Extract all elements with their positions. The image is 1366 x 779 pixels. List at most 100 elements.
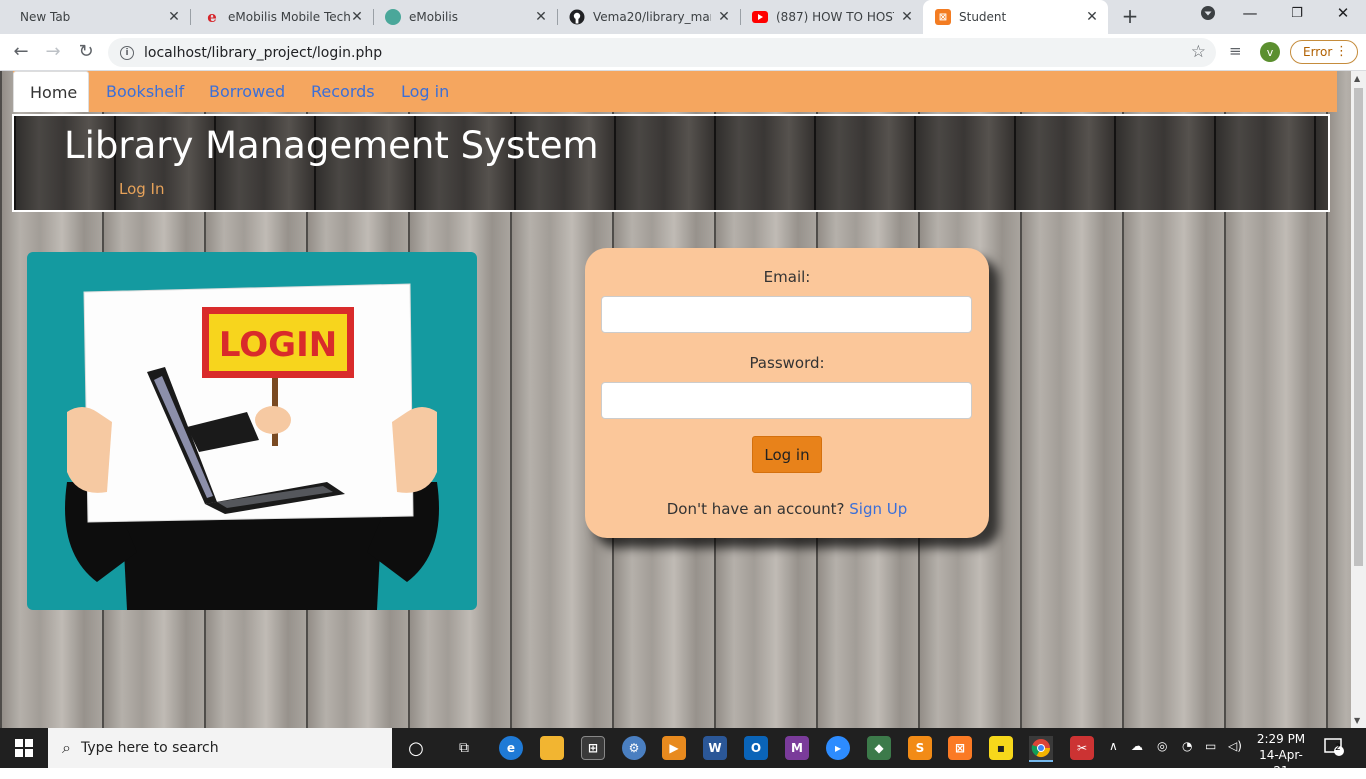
- url-text: localhost/library_project/login.php: [144, 44, 383, 61]
- password-field[interactable]: [601, 382, 972, 419]
- nav-records[interactable]: Records: [311, 71, 375, 112]
- address-bar[interactable]: i localhost/library_project/login.php ☆: [108, 38, 1216, 67]
- signup-link[interactable]: Sign Up: [849, 500, 907, 518]
- forward-icon[interactable]: →: [41, 41, 65, 62]
- control-panel-icon[interactable]: ⚙: [622, 736, 646, 760]
- chrome-taskbar-icon[interactable]: [1029, 736, 1053, 762]
- tab-emobilis-mobile[interactable]: e eMobilis Mobile Techn ✕: [190, 0, 373, 34]
- windows-taskbar: ⌕ Type here to search ○ ⧉ e ⊞ ⚙ ▶ W O M …: [0, 728, 1366, 778]
- page-subtitle: Log In: [119, 180, 165, 198]
- email-label: Email:: [763, 268, 811, 286]
- tab-emobilis[interactable]: eMobilis ✕: [373, 0, 557, 34]
- close-icon[interactable]: ✕: [716, 9, 732, 25]
- windows-start-icon[interactable]: [0, 728, 48, 768]
- tab-title: Vema20/library_manag: [593, 10, 711, 24]
- browser-toolbar: ← → ↻ i localhost/library_project/login.…: [0, 34, 1366, 71]
- github-icon: [569, 9, 585, 25]
- search-icon: ⌕: [62, 738, 71, 757]
- tab-title: New Tab: [20, 10, 71, 24]
- minimize-icon[interactable]: —: [1238, 4, 1262, 22]
- page-header: Library Management System Log In: [12, 114, 1330, 212]
- email-field[interactable]: [601, 296, 972, 333]
- sublime-icon[interactable]: S: [908, 736, 932, 760]
- tab-title: (887) HOW TO HOST A: [776, 10, 894, 24]
- task-view-icon[interactable]: ⧉: [452, 736, 476, 760]
- password-label: Password:: [749, 354, 825, 372]
- login-submit-button[interactable]: Log in: [752, 436, 822, 473]
- nav-bookshelf[interactable]: Bookshelf: [106, 71, 184, 112]
- snipping-tool-icon[interactable]: ✂: [1070, 736, 1094, 760]
- reading-list-icon[interactable]: ≡: [1229, 42, 1242, 60]
- cortana-icon[interactable]: ○: [404, 736, 428, 760]
- window-close-icon[interactable]: ✕: [1331, 4, 1355, 22]
- profile-avatar[interactable]: v: [1260, 42, 1280, 62]
- error-label: Error: [1303, 45, 1333, 59]
- wifi-icon[interactable]: ◔: [1182, 739, 1192, 753]
- sticky-notes-icon[interactable]: ▪: [989, 736, 1013, 760]
- taskbar-search-box[interactable]: ⌕ Type here to search: [48, 728, 392, 768]
- close-icon[interactable]: ✕: [533, 9, 549, 25]
- close-icon[interactable]: ✕: [1084, 9, 1100, 25]
- youtube-icon: [752, 9, 768, 25]
- login-sign-text: LOGIN: [219, 325, 337, 365]
- tab-strip: New Tab ✕ e eMobilis Mobile Techn ✕ eMob…: [0, 0, 1366, 34]
- site-info-icon[interactable]: i: [120, 45, 134, 60]
- media-player-icon[interactable]: ▶: [662, 736, 686, 760]
- restore-icon[interactable]: ❐: [1285, 6, 1309, 21]
- volume-icon[interactable]: ◁): [1228, 739, 1242, 753]
- taskbar-search-placeholder: Type here to search: [80, 740, 219, 756]
- tab-title: Student: [959, 10, 1007, 24]
- tab-new-tab[interactable]: New Tab ✕: [4, 0, 190, 34]
- git-icon[interactable]: ◆: [867, 736, 891, 760]
- back-icon[interactable]: ←: [9, 41, 33, 62]
- notification-count: 2: [1335, 743, 1341, 753]
- signup-prompt: Don't have an account?: [666, 500, 845, 518]
- page-title: Library Management System: [64, 124, 599, 167]
- page-scrollbar[interactable]: ▲ ▼: [1351, 71, 1366, 728]
- store-icon[interactable]: ⊞: [581, 736, 605, 760]
- close-icon[interactable]: ✕: [899, 9, 915, 25]
- scroll-thumb[interactable]: [1354, 88, 1363, 566]
- error-button[interactable]: Error ⋮: [1290, 40, 1358, 64]
- tab-title: eMobilis Mobile Techn: [228, 10, 350, 24]
- xampp-taskbar-icon[interactable]: ⊠: [948, 736, 972, 760]
- signup-row: Don't have an account? Sign Up: [585, 500, 989, 518]
- menu-dots-icon: ⋮: [1335, 44, 1348, 59]
- file-explorer-icon[interactable]: [540, 736, 564, 760]
- emobilis-globe-icon: [385, 9, 401, 25]
- reload-icon[interactable]: ↻: [74, 41, 98, 62]
- close-icon[interactable]: ✕: [166, 9, 182, 25]
- close-icon[interactable]: ✕: [349, 9, 365, 25]
- emobilis-e-icon: e: [207, 8, 217, 26]
- word-icon[interactable]: W: [703, 736, 727, 760]
- tray-chevron-icon[interactable]: ∧: [1109, 739, 1118, 753]
- battery-icon[interactable]: ▭: [1205, 739, 1216, 753]
- clock-date: 14-Apr-21: [1259, 748, 1303, 778]
- notifications-icon[interactable]: 2: [1324, 738, 1346, 758]
- onedrive-icon[interactable]: ☁: [1131, 739, 1143, 753]
- edge-icon[interactable]: e: [499, 736, 523, 760]
- tab-student[interactable]: ⊠ Student ✕: [923, 0, 1108, 34]
- bookmark-star-icon[interactable]: ☆: [1191, 42, 1206, 62]
- taskbar-clock[interactable]: 2:29 PM 14-Apr-21: [1254, 731, 1308, 779]
- tab-search-icon[interactable]: [1196, 5, 1220, 25]
- nav-borrowed[interactable]: Borrowed: [209, 71, 285, 112]
- zoom-icon[interactable]: ▸: [826, 736, 850, 760]
- scroll-up-icon[interactable]: ▲: [1354, 74, 1360, 83]
- app-m-icon[interactable]: M: [785, 736, 809, 760]
- page-viewport: Home Bookshelf Borrowed Records Log in L…: [0, 71, 1351, 728]
- nav-login[interactable]: Log in: [401, 71, 449, 112]
- login-card: Email: Password: Log in Don't have an ac…: [585, 248, 989, 538]
- clock-time: 2:29 PM: [1256, 732, 1306, 746]
- nav-home[interactable]: Home: [13, 71, 89, 112]
- meet-now-icon[interactable]: ◎: [1157, 739, 1167, 753]
- tab-title: eMobilis: [409, 10, 458, 24]
- scroll-down-icon[interactable]: ▼: [1354, 716, 1360, 725]
- login-illustration: LOGIN: [27, 252, 477, 610]
- new-tab-icon[interactable]: +: [1118, 4, 1142, 28]
- tab-github[interactable]: Vema20/library_manag ✕: [557, 0, 740, 34]
- site-navbar: Home Bookshelf Borrowed Records Log in: [13, 71, 1337, 112]
- xampp-icon: ⊠: [935, 9, 951, 25]
- tab-youtube[interactable]: (887) HOW TO HOST A ✕: [740, 0, 923, 34]
- outlook-icon[interactable]: O: [744, 736, 768, 760]
